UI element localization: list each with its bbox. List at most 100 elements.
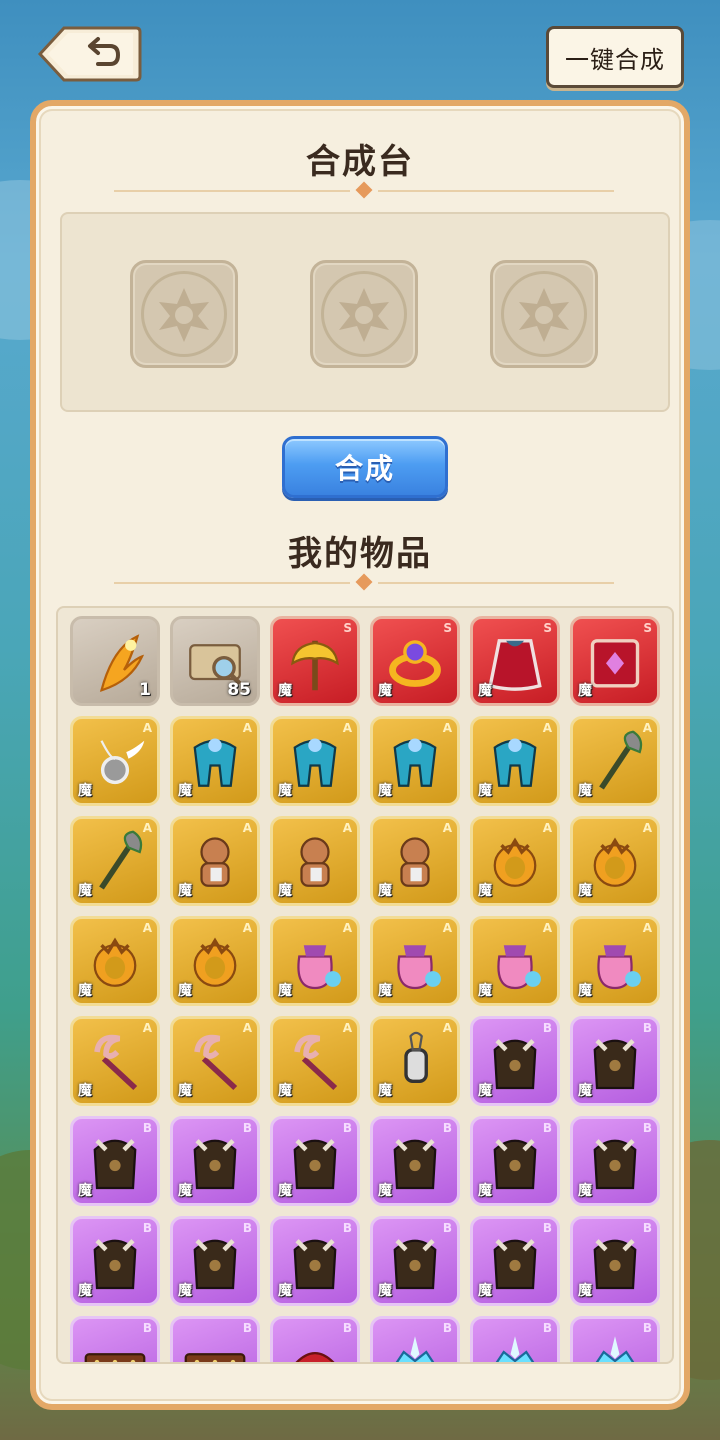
inventory-item[interactable]: A魔 bbox=[70, 716, 160, 806]
magic-tag: 魔 bbox=[378, 983, 392, 999]
inventory-item[interactable]: B bbox=[370, 1316, 460, 1362]
inventory-item[interactable]: A魔 bbox=[270, 916, 360, 1006]
magic-tag: 魔 bbox=[578, 1183, 592, 1199]
inventory-item[interactable]: A魔 bbox=[370, 916, 460, 1006]
inventory-item[interactable]: B魔 bbox=[170, 1216, 260, 1306]
inventory-item[interactable]: A魔 bbox=[170, 816, 260, 906]
magic-tag: 魔 bbox=[178, 1183, 192, 1199]
magic-tag: 魔 bbox=[278, 1083, 292, 1099]
rarity-letter: B bbox=[442, 1121, 452, 1135]
rarity-letter: A bbox=[642, 921, 652, 935]
rarity-letter: B bbox=[542, 1221, 552, 1235]
star-badge-icon bbox=[159, 288, 209, 342]
item-count: 85 bbox=[227, 680, 251, 700]
back-button[interactable] bbox=[36, 24, 142, 84]
inventory-item[interactable]: S魔 bbox=[470, 616, 560, 706]
magic-tag: 魔 bbox=[478, 1083, 492, 1099]
magic-tag: 魔 bbox=[378, 783, 392, 799]
magic-tag: 魔 bbox=[578, 1283, 592, 1299]
inventory-item[interactable]: B魔 bbox=[470, 1116, 560, 1206]
inventory-item[interactable]: B魔 bbox=[570, 1016, 660, 1106]
inventory-item[interactable]: B魔 bbox=[570, 1216, 660, 1306]
rarity-letter: B bbox=[542, 1121, 552, 1135]
inventory-item[interactable]: S魔 bbox=[370, 616, 460, 706]
magic-tag: 魔 bbox=[278, 883, 292, 899]
inventory-item[interactable]: A魔 bbox=[170, 1016, 260, 1106]
inventory-item[interactable]: B魔 bbox=[470, 1016, 560, 1106]
inventory-item[interactable]: A魔 bbox=[570, 716, 660, 806]
magic-tag: 魔 bbox=[78, 1283, 92, 1299]
inventory-item[interactable]: B魔 bbox=[570, 1116, 660, 1206]
inventory-item[interactable]: B魔 bbox=[370, 1216, 460, 1306]
rarity-letter: A bbox=[242, 821, 252, 835]
inventory-item[interactable]: A魔 bbox=[570, 816, 660, 906]
magic-tag: 魔 bbox=[78, 883, 92, 899]
inventory-item[interactable]: 85 bbox=[170, 616, 260, 706]
magic-tag: 魔 bbox=[178, 1083, 192, 1099]
inventory-item[interactable]: A魔 bbox=[70, 1016, 160, 1106]
red-hat-icon bbox=[295, 1352, 335, 1362]
inventory-item[interactable]: 1 bbox=[70, 616, 160, 706]
synth-slot-1[interactable] bbox=[130, 260, 238, 368]
magic-tag: 魔 bbox=[278, 683, 292, 699]
inventory-item[interactable]: A魔 bbox=[470, 816, 560, 906]
inventory-item[interactable]: A魔 bbox=[70, 916, 160, 1006]
inventory-item[interactable]: B bbox=[170, 1316, 260, 1362]
rarity-letter: B bbox=[442, 1221, 452, 1235]
inventory-item[interactable]: A魔 bbox=[370, 816, 460, 906]
magic-tag: 魔 bbox=[378, 883, 392, 899]
inventory-item[interactable]: B魔 bbox=[470, 1216, 560, 1306]
synth-slot-3[interactable] bbox=[490, 260, 598, 368]
inventory-item[interactable]: A魔 bbox=[70, 816, 160, 906]
rarity-letter: B bbox=[642, 1221, 652, 1235]
inventory-item[interactable]: A魔 bbox=[170, 716, 260, 806]
inventory-item[interactable]: A魔 bbox=[570, 916, 660, 1006]
inventory-item[interactable]: B bbox=[270, 1316, 360, 1362]
magic-tag: 魔 bbox=[478, 883, 492, 899]
magic-tag: 魔 bbox=[578, 683, 592, 699]
magic-tag: 魔 bbox=[378, 683, 392, 699]
inventory-item[interactable]: A魔 bbox=[270, 1016, 360, 1106]
rarity-letter: A bbox=[442, 821, 452, 835]
inventory-item[interactable]: A魔 bbox=[370, 1016, 460, 1106]
inventory-item[interactable]: B bbox=[470, 1316, 560, 1362]
synth-table-title: 合成台 bbox=[306, 142, 414, 182]
inventory-item[interactable]: A魔 bbox=[470, 916, 560, 1006]
rarity-letter: A bbox=[642, 821, 652, 835]
magic-tag: 魔 bbox=[78, 983, 92, 999]
inventory-item[interactable]: A魔 bbox=[470, 716, 560, 806]
inventory-item[interactable]: B bbox=[70, 1316, 160, 1362]
inventory-item[interactable]: A魔 bbox=[370, 716, 460, 806]
synth-panel: 合成台 合成 我的物品 1 85 S 魔 S 魔 S 魔 S 魔 A 魔 A 魔 A 魔 A 魔 A 魔 A 魔 A 魔 A 魔 A… bbox=[30, 100, 690, 1410]
inventory-divider bbox=[114, 573, 614, 591]
synth-slot-2[interactable] bbox=[310, 260, 418, 368]
inventory-item[interactable]: B魔 bbox=[70, 1116, 160, 1206]
inventory-item[interactable]: B魔 bbox=[270, 1116, 360, 1206]
inventory-item[interactable]: B魔 bbox=[170, 1116, 260, 1206]
inventory-item[interactable]: S魔 bbox=[570, 616, 660, 706]
magic-tag: 魔 bbox=[178, 983, 192, 999]
inventory-item[interactable]: B魔 bbox=[70, 1216, 160, 1306]
rarity-letter: A bbox=[242, 721, 252, 735]
synth-slot-area bbox=[60, 212, 670, 412]
rarity-letter: A bbox=[442, 1021, 452, 1035]
rarity-letter: A bbox=[442, 721, 452, 735]
magic-tag: 魔 bbox=[178, 1283, 192, 1299]
inventory-item[interactable]: S魔 bbox=[270, 616, 360, 706]
one-click-synth-button[interactable]: 一键合成 bbox=[546, 26, 684, 88]
inventory-item[interactable]: B魔 bbox=[270, 1216, 360, 1306]
inventory-item[interactable]: A魔 bbox=[270, 716, 360, 806]
inventory-item[interactable]: B魔 bbox=[370, 1116, 460, 1206]
studded-belt-icon bbox=[184, 1353, 246, 1362]
magic-tag: 魔 bbox=[278, 983, 292, 999]
synth-button[interactable]: 合成 bbox=[282, 436, 448, 498]
rarity-letter: B bbox=[242, 1121, 252, 1135]
inventory-item[interactable]: A魔 bbox=[170, 916, 260, 1006]
rarity-letter: B bbox=[542, 1321, 552, 1335]
inventory-item[interactable]: B bbox=[570, 1316, 660, 1362]
magic-tag: 魔 bbox=[178, 883, 192, 899]
inventory-item[interactable]: A魔 bbox=[270, 816, 360, 906]
magic-tag: 魔 bbox=[578, 1083, 592, 1099]
studded-belt-icon bbox=[84, 1353, 146, 1362]
rarity-letter: B bbox=[642, 1121, 652, 1135]
